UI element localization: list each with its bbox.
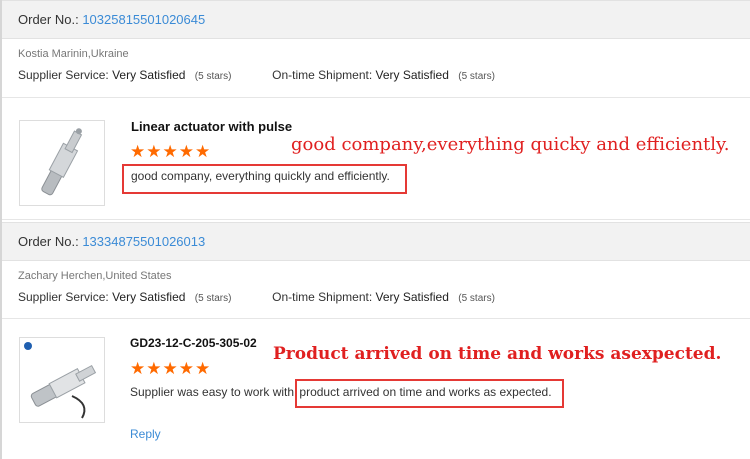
shipment-stars: (5 stars) [458, 71, 495, 82]
shipment-label: On-time Shipment: [272, 68, 373, 82]
order-number-link[interactable]: 13334875501026013 [82, 234, 205, 249]
linear-actuator-image [24, 342, 97, 419]
seller-ratings: Supplier Service: Very Satisfied (5 star… [18, 290, 495, 304]
annotation-text: Product arrived on time and works asexpe… [273, 344, 722, 364]
order-header: Order No.: 13334875501026013 [0, 222, 750, 261]
order-number-link[interactable]: 10325815501020645 [82, 12, 205, 27]
buyer-name: Kostia Marinin,Ukraine [18, 48, 129, 60]
divider [0, 97, 750, 98]
shipment-label: On-time Shipment: [272, 290, 373, 304]
supplier-service-label: Supplier Service: [18, 290, 109, 304]
reply-link[interactable]: Reply [130, 427, 161, 441]
product-thumbnail[interactable] [19, 337, 105, 423]
linear-actuator-image [41, 128, 83, 196]
supplier-service-value: Very Satisfied [112, 68, 186, 82]
seller-ratings: Supplier Service: Very Satisfied (5 star… [18, 68, 495, 82]
divider [0, 219, 750, 220]
highlight-box [295, 379, 564, 408]
rating-stars: ★★★★★ [130, 142, 212, 161]
order-number-label: Order No.: [18, 12, 79, 27]
product-title[interactable]: Linear actuator with pulse [131, 119, 292, 134]
divider [0, 318, 750, 319]
order-header: Order No.: 10325815501020645 [0, 0, 750, 39]
rating-stars: ★★★★★ [130, 359, 212, 378]
supplier-service-label: Supplier Service: [18, 68, 109, 82]
buyer-name: Zachary Herchen,United States [18, 270, 172, 282]
order-number-label: Order No.: [18, 234, 79, 249]
shipment-stars: (5 stars) [458, 293, 495, 304]
review-prefix: Supplier was easy to work with, [130, 385, 298, 399]
supplier-service-stars: (5 stars) [194, 293, 232, 304]
annotation-text: good company,everything quicky and effic… [291, 134, 730, 155]
product-thumbnail[interactable] [19, 120, 105, 206]
shipment-value: Very Satisfied [375, 68, 449, 82]
left-border [0, 0, 2, 459]
supplier-service-stars: (5 stars) [194, 71, 232, 82]
shipment-value: Very Satisfied [375, 290, 449, 304]
highlight-box [122, 164, 407, 194]
logo-icon [24, 342, 32, 350]
supplier-service-value: Very Satisfied [112, 290, 186, 304]
product-title[interactable]: GD23-12-C-205-305-02 [130, 336, 257, 350]
